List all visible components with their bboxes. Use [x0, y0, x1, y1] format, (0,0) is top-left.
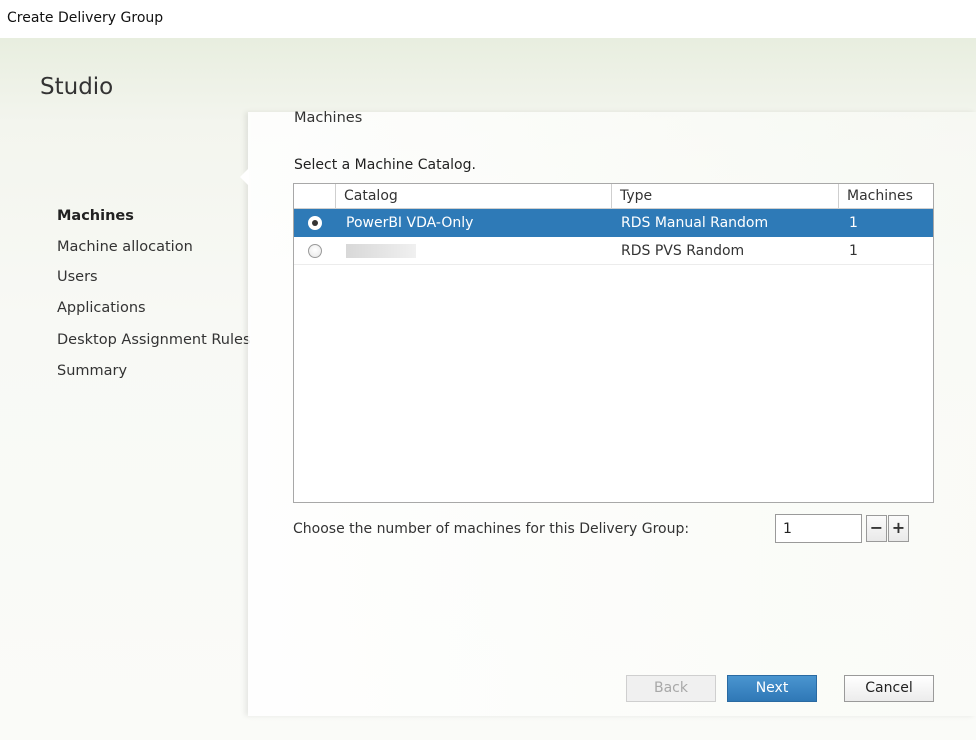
machine-count-label: Choose the number of machines for this D…: [293, 521, 690, 537]
nav-item-applications[interactable]: Applications: [57, 300, 146, 316]
table-row[interactable]: PowerBI VDA-Only RDS Manual Random 1: [294, 209, 933, 237]
table-row[interactable]: RDS PVS Random 1: [294, 237, 933, 265]
catalog-instruction: Select a Machine Catalog.: [294, 157, 476, 173]
decrement-button[interactable]: −: [866, 515, 887, 542]
catalog-cell: PowerBI VDA-Only: [346, 215, 474, 231]
next-button[interactable]: Next: [727, 675, 817, 702]
row-radio-selected[interactable]: [308, 216, 322, 230]
type-cell: RDS Manual Random: [621, 215, 769, 231]
nav-item-machine-allocation[interactable]: Machine allocation: [57, 239, 193, 255]
nav-item-summary[interactable]: Summary: [57, 363, 127, 379]
catalog-cell-redacted: [337, 237, 416, 265]
redacted-text: [346, 244, 416, 258]
studio-brand: Studio: [40, 74, 114, 100]
wizard-sidebar: [0, 38, 248, 740]
increment-button[interactable]: +: [888, 515, 909, 542]
nav-item-desktop-assignment-rules[interactable]: Desktop Assignment Rules: [57, 332, 251, 348]
column-header-machines[interactable]: Machines: [838, 184, 933, 209]
machines-cell: 1: [849, 243, 858, 259]
row-radio[interactable]: [308, 244, 322, 258]
back-button[interactable]: Back: [626, 675, 716, 702]
active-step-pointer: [240, 168, 249, 186]
machines-cell: 1: [849, 215, 858, 231]
page-title: Machines: [294, 110, 363, 126]
window-title: Create Delivery Group: [7, 10, 164, 26]
catalog-table: Catalog Type Machines PowerBI VDA-Only R…: [293, 183, 934, 503]
column-header-catalog[interactable]: Catalog: [335, 184, 611, 209]
machine-count-input[interactable]: [775, 514, 862, 543]
column-header-type[interactable]: Type: [611, 184, 838, 209]
column-header-select: [294, 184, 335, 209]
nav-item-users[interactable]: Users: [57, 269, 98, 285]
nav-item-machines[interactable]: Machines: [57, 208, 134, 224]
table-header: Catalog Type Machines: [294, 184, 933, 209]
title-bar: Create Delivery Group: [0, 0, 976, 38]
type-cell: RDS PVS Random: [621, 243, 745, 259]
cancel-button[interactable]: Cancel: [844, 675, 934, 702]
